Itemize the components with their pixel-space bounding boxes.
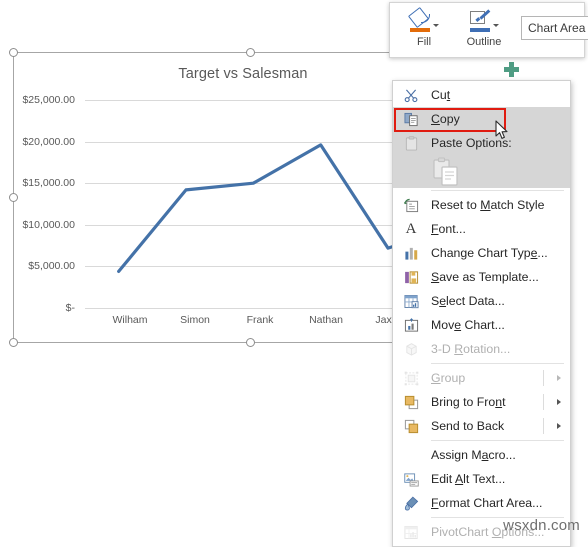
copy-pages-icon — [402, 110, 420, 128]
font-a-icon: A — [405, 220, 417, 237]
send-back-icon — [402, 417, 420, 435]
menu-divider — [431, 190, 564, 191]
x-axis-label-1: Simon — [180, 314, 210, 326]
reset-style-icon — [402, 196, 420, 214]
alt-text-icon — [402, 470, 420, 488]
submenu-separator — [543, 394, 544, 410]
pivotchart-icon — [402, 523, 420, 541]
menu-item-3-d-rotation: 3-D Rotation... — [393, 337, 570, 361]
submenu-arrow-icon[interactable] — [557, 399, 561, 405]
fill-bucket-icon — [407, 6, 430, 32]
watermark: wsxdn.com — [503, 517, 580, 534]
menu-item-label: Bring to Front — [431, 395, 506, 409]
menu-item-group: Group — [393, 366, 570, 390]
submenu-arrow-icon[interactable] — [557, 375, 561, 381]
fill-chevron-down-icon[interactable] — [432, 23, 439, 27]
outline-pen-icon — [469, 10, 490, 32]
menu-item-save-as-template[interactable]: Save as Template... — [393, 265, 570, 289]
y-axis-label-15000: $15,000.00 — [22, 177, 75, 190]
menu-item-copy[interactable]: Copy — [393, 107, 570, 131]
submenu-arrow-icon[interactable] — [557, 423, 561, 429]
plus-glyph — [503, 61, 519, 77]
cube-rotation-icon — [402, 340, 420, 358]
y-axis-label-0: $- — [65, 302, 75, 314]
menu-item-font[interactable]: A Font... — [393, 217, 570, 241]
menu-divider — [431, 363, 564, 364]
menu-item-label: Group — [431, 371, 466, 385]
menu-item-label: Format Chart Area... — [431, 496, 543, 510]
paste-options-gallery[interactable] — [393, 155, 570, 188]
format-paint-icon — [402, 494, 420, 512]
bar-chart-icon — [402, 244, 420, 262]
menu-item-label: Copy — [431, 112, 460, 126]
outline-icon-row — [469, 8, 499, 34]
fill-button[interactable]: Fill — [396, 6, 452, 54]
chart-element-selector-value: Chart Area — [528, 21, 586, 35]
menu-item-reset-to-match-style[interactable]: Reset to Match Style — [393, 193, 570, 217]
mini-toolbar: Fill Outline Chart Area — [389, 2, 588, 58]
chart-elements-plus-icon[interactable] — [500, 58, 522, 80]
outline-chevron-down-icon[interactable] — [492, 23, 499, 27]
menu-item-change-chart-type[interactable]: Change Chart Type... — [393, 241, 570, 265]
menu-item-send-to-back[interactable]: Send to Back — [393, 414, 570, 438]
context-menu: Cut Copy Paste Options: Reset to Match Styl… — [392, 80, 571, 547]
y-axis-label-10000: $10,000.00 — [22, 218, 75, 231]
fill-label: Fill — [416, 36, 432, 48]
menu-item-format-chart-area[interactable]: Format Chart Area... — [393, 491, 570, 515]
selection-handle-bottom-left[interactable] — [8, 337, 18, 347]
menu-item-bring-to-front[interactable]: Bring to Front — [393, 390, 570, 414]
y-axis-label-25000: $25,000.00 — [22, 94, 75, 106]
menu-item-assign-macro[interactable]: Assign Macro... — [393, 443, 570, 467]
menu-item-move-chart[interactable]: Move Chart... — [393, 313, 570, 337]
bring-front-icon — [402, 393, 420, 411]
outline-label: Outline — [466, 36, 502, 48]
menu-item-edit-alt-text[interactable]: Edit Alt Text... — [393, 467, 570, 491]
menu-item-label: Send to Back — [431, 419, 505, 433]
menu-item-label: Change Chart Type... — [431, 246, 548, 260]
save-template-icon — [402, 268, 420, 286]
outline-button[interactable]: Outline — [456, 8, 512, 54]
menu-divider — [431, 440, 564, 441]
move-chart-icon — [402, 316, 420, 334]
menu-item-label: 3-D Rotation... — [431, 342, 511, 356]
clipboard-paste-icon[interactable] — [431, 156, 461, 187]
scissors-icon — [402, 86, 420, 104]
selection-handle-bottom-center[interactable] — [246, 337, 255, 347]
y-axis-label-20000: $20,000.00 — [22, 135, 75, 148]
menu-item-label: Cut — [431, 88, 451, 102]
menu-item-label: Select Data... — [431, 294, 505, 308]
y-axis-label-5000: $5,000.00 — [28, 260, 75, 273]
menu-item-paste-options[interactable]: Paste Options: — [393, 131, 570, 155]
x-axis-label-2: Frank — [246, 314, 274, 326]
submenu-separator — [543, 418, 544, 434]
group-objects-icon — [402, 369, 420, 387]
menu-item-label: Save as Template... — [431, 270, 539, 284]
menu-item-label: Edit Alt Text... — [431, 472, 506, 486]
clipboard-icon — [402, 134, 420, 152]
menu-item-select-data[interactable]: Select Data... — [393, 289, 570, 313]
submenu-separator — [543, 370, 544, 386]
chart-element-selector[interactable]: Chart Area — [521, 16, 588, 40]
fill-icon-row — [407, 6, 439, 34]
menu-item-cut[interactable]: Cut — [393, 83, 570, 107]
select-data-icon — [402, 292, 420, 310]
x-axis-label-3: Nathan — [309, 314, 343, 326]
x-axis-label-0: Wilham — [112, 314, 148, 326]
selection-handle-top-center[interactable] — [246, 47, 255, 57]
selection-handle-middle-left[interactable] — [8, 193, 18, 202]
selection-handle-top-left[interactable] — [8, 47, 18, 57]
menu-item-label: Reset to Match Style — [431, 198, 545, 212]
menu-item-label: Assign Macro... — [431, 448, 516, 462]
menu-item-label: Font... — [431, 222, 466, 236]
mouse-cursor — [495, 120, 508, 139]
menu-item-label: Move Chart... — [431, 318, 505, 332]
